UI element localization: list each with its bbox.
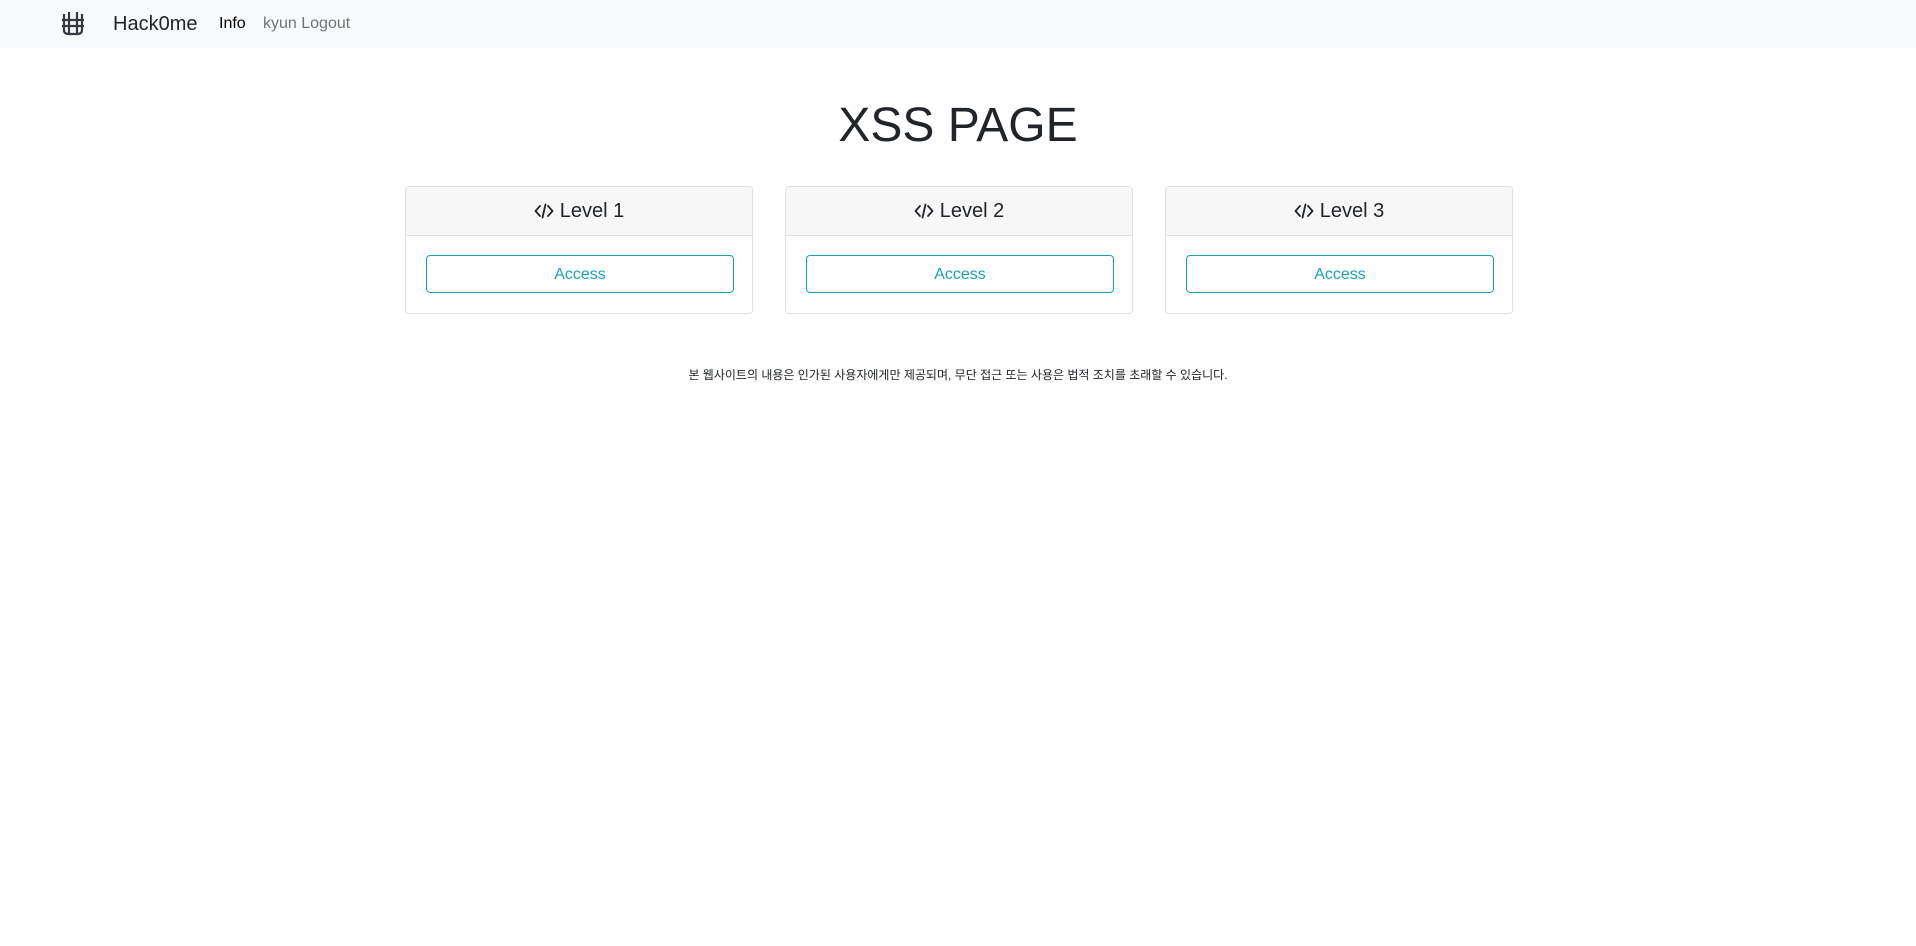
card-header: Level 3 [1166,187,1512,236]
code-icon [914,203,934,219]
level-card-3: Level 3 Access [1165,186,1513,314]
card-title: Level 3 [1319,199,1385,222]
brand-logo-icon[interactable] [60,10,86,36]
nav-link-logout[interactable]: kyun Logout [263,13,350,35]
page-title: XSS PAGE [838,99,1078,152]
level-card-1: Level 1 Access [405,186,753,314]
card-body: Access [786,236,1132,293]
card-header: Level 2 [786,187,1132,236]
access-button-level-2[interactable]: Access [806,255,1114,293]
card-body: Access [1166,236,1512,293]
access-button-level-1[interactable]: Access [426,255,734,293]
code-icon [534,203,554,219]
footer-notice: 본 웹사이트의 내용은 인가된 사용자에게만 제공되며, 무단 접근 또는 사용… [688,368,1228,382]
card-title: Level 2 [939,199,1005,222]
nav-link-info[interactable]: Info [219,13,246,35]
brand-name[interactable]: Hack0me [113,11,197,37]
card-header: Level 1 [406,187,752,236]
level-card-2: Level 2 Access [785,186,1133,314]
card-title: Level 1 [559,199,625,222]
card-body: Access [406,236,752,293]
access-button-level-3[interactable]: Access [1186,255,1494,293]
navbar: Hack0me Info kyun Logout [0,0,1916,48]
code-icon [1294,203,1314,219]
